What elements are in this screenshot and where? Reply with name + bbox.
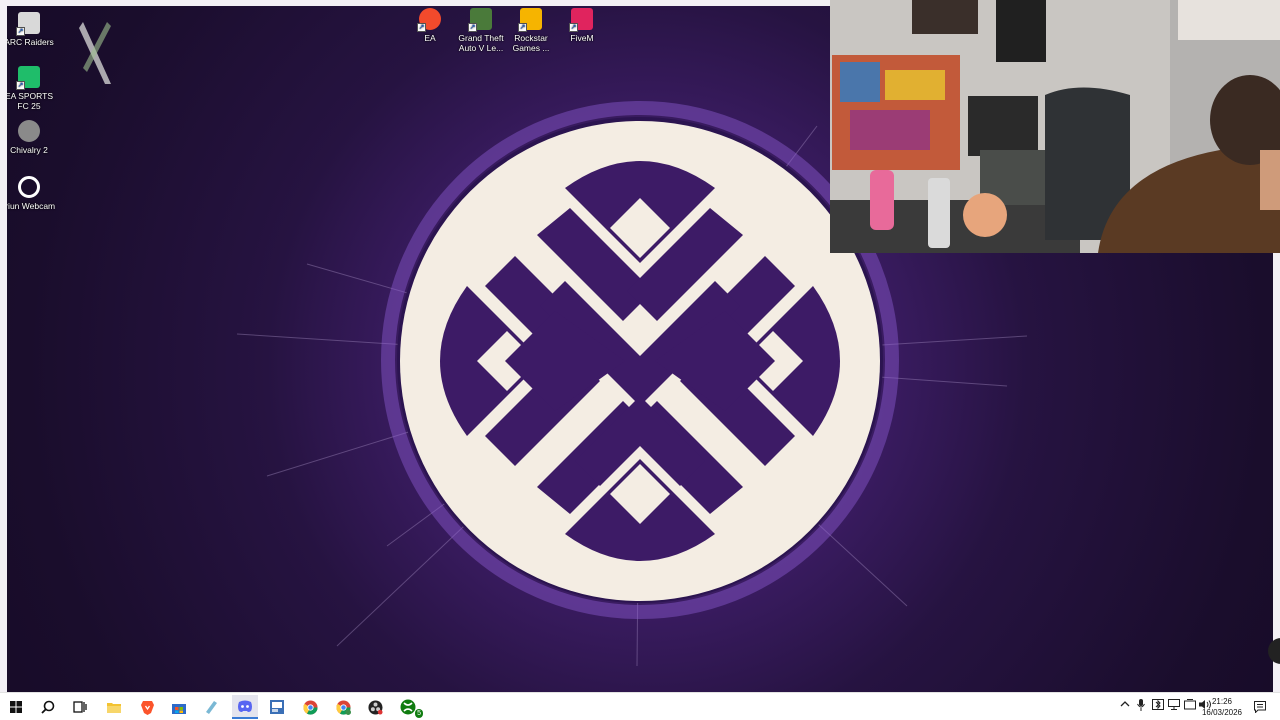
fivem-icon: ↗: [569, 8, 593, 32]
emblem-logo: [400, 121, 880, 601]
store-icon[interactable]: [168, 697, 190, 717]
x-ghost-icon: [79, 22, 111, 84]
task-view-icon[interactable]: [69, 697, 91, 717]
desktop-icon-fivem[interactable]: ↗ FiveM: [555, 8, 609, 43]
bluetooth-icon[interactable]: [1152, 699, 1164, 713]
rockstar-icon: ↗: [518, 8, 542, 32]
xbox-badge: 5: [415, 709, 423, 718]
chevron-up-icon[interactable]: [1120, 699, 1130, 711]
search-icon[interactable]: [37, 697, 59, 717]
windows-start-icon[interactable]: [5, 697, 27, 717]
iriun-webcam-icon: [18, 176, 40, 198]
file-explorer-icon[interactable]: [103, 697, 125, 717]
wifi-icon[interactable]: [1184, 699, 1196, 713]
webcam-overlay: [830, 0, 1280, 253]
desktop-icon-iriun-webcam[interactable]: Iriun Webcam: [7, 176, 56, 211]
microphone-icon[interactable]: [1137, 699, 1145, 714]
chrome-icon[interactable]: [299, 697, 321, 717]
webcam-scene: [830, 0, 1280, 253]
ea-sports-fc-icon: ↗: [16, 66, 40, 90]
chrome-profile-icon[interactable]: [332, 697, 354, 717]
clock-date: 16/03/2026: [1201, 708, 1242, 717]
discord-icon[interactable]: [232, 695, 258, 719]
ea-icon: ↗: [417, 8, 441, 32]
taskbar-clock[interactable]: 21:26 16/03/2026: [1202, 696, 1242, 718]
clock-time: 21:26: [1211, 697, 1232, 706]
desktop-icon-rockstar[interactable]: ↗ Rockstar Games ...: [504, 8, 558, 53]
desktop-icon-chivalry-2[interactable]: Chivalry 2: [7, 120, 56, 155]
brave-browser-icon[interactable]: [136, 697, 158, 717]
taskbar: 5 21:26 16/03/2026: [0, 692, 1280, 720]
gta-icon: ↗: [468, 8, 492, 32]
notepad-icon[interactable]: [200, 697, 222, 717]
desktop-icon-arc-raiders[interactable]: ↗ ARC Raiders: [7, 12, 56, 47]
chivalry-icon: [18, 120, 40, 142]
notification-center-icon[interactable]: [1254, 700, 1266, 718]
desktop-icon-ea[interactable]: ↗ EA: [403, 8, 457, 43]
desktop-icon-gta[interactable]: ↗ Grand Theft Auto V Le...: [454, 8, 508, 53]
desktop-icon-ea-sports-fc[interactable]: ↗ EA SPORTS FC 25: [7, 66, 56, 111]
stream-frame: ↗ ARC Raiders ↗ EA SPORTS FC 25 Chivalry…: [0, 0, 1280, 720]
vscode-icon[interactable]: [266, 697, 288, 717]
xbox-icon[interactable]: 5: [397, 697, 423, 718]
network-icon[interactable]: [1168, 699, 1180, 713]
obs-icon[interactable]: [364, 697, 386, 717]
arc-raiders-icon: ↗: [16, 12, 40, 36]
